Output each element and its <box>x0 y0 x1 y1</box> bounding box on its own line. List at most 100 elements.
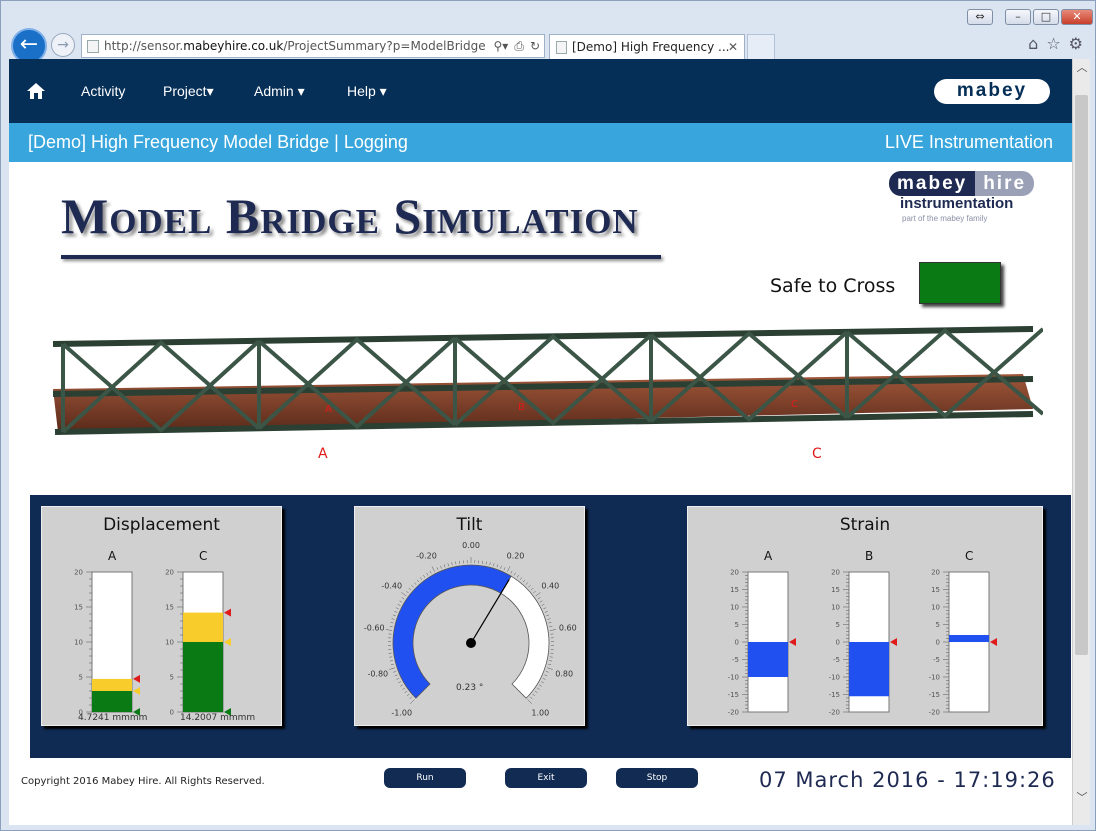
tilt-tick <box>389 660 393 662</box>
exit-button[interactable]: Exit <box>505 768 587 788</box>
settings-gear-icon[interactable]: ⚙ <box>1069 34 1083 53</box>
tilt-tick <box>392 614 396 617</box>
page-scrollbar[interactable]: ︿ ﹀ <box>1072 59 1090 825</box>
url-prefix: http://sensor. <box>104 39 184 53</box>
tilt-tick <box>423 574 426 578</box>
url-path: /ProjectSummary?p=ModelBridge <box>283 39 486 53</box>
nav-admin[interactable]: Admin ▾ <box>254 83 305 100</box>
tilt-tick <box>443 564 446 568</box>
tilt-tick <box>397 603 401 606</box>
strain-b-tick-label: 20 <box>831 569 840 577</box>
strain-a-tick-label: -20 <box>728 709 739 717</box>
disp-alarm-marker <box>133 674 140 683</box>
disp-yellow-fill <box>92 678 132 691</box>
forward-button[interactable]: → <box>51 33 75 57</box>
home-icon[interactable]: ⌂ <box>1028 34 1038 53</box>
tilt-tick <box>545 671 549 673</box>
run-button[interactable]: Run <box>384 768 466 788</box>
search-icon[interactable]: ⚲▾ <box>494 35 509 57</box>
scroll-thumb[interactable] <box>1075 95 1088 655</box>
strain-a-tick-label: 0 <box>735 639 739 647</box>
strain-b-tick-label: -15 <box>829 691 840 699</box>
scroll-down-icon[interactable]: ﹀ <box>1073 789 1091 807</box>
title-underline <box>61 255 661 259</box>
home-nav-icon[interactable] <box>27 83 45 99</box>
tilt-tick <box>451 562 453 566</box>
disp-warn-marker <box>224 638 231 646</box>
disp-value-c: 14.2007 mmmm <box>180 713 256 723</box>
tilt-tick <box>409 696 412 700</box>
strain-label-b: B <box>865 549 874 563</box>
strain-zero-marker <box>789 638 796 646</box>
disp-c-tick-label: 15 <box>165 604 174 612</box>
tilt-tick <box>440 565 442 569</box>
top-nav: Activity Project▾ Admin ▾ Help ▾ mabey <box>9 59 1072 123</box>
nav-help[interactable]: Help ▾ <box>347 83 387 100</box>
tilt-tick <box>390 663 394 666</box>
tilt-tick <box>537 687 540 690</box>
address-bar[interactable]: http://sensor.mabeyhire.co.uk/ProjectSum… <box>81 34 545 58</box>
strain-c-tick-label: -10 <box>929 674 940 682</box>
tilt-tick <box>547 667 553 670</box>
tilt-tick <box>527 699 532 704</box>
scroll-up-icon[interactable]: ︿ <box>1073 59 1091 77</box>
tilt-tick-label: -0.40 <box>381 581 402 590</box>
mabey-logo[interactable]: mabey <box>934 79 1050 104</box>
close-tab-icon[interactable]: ✕ <box>728 35 738 59</box>
displacement-title: Displacement <box>103 515 220 535</box>
sensor-label-c: C <box>812 446 822 462</box>
window-controls: ⇔ <box>967 9 993 25</box>
nav-project[interactable]: Project▾ <box>163 83 214 100</box>
tilt-tick <box>396 677 400 680</box>
browser-window: ⇔ – □ ✕ ← → http://sensor.mabeyhire.co.u… <box>0 0 1096 831</box>
disp-a-tick-label: 5 <box>79 674 83 682</box>
tilt-tick <box>541 603 545 606</box>
tilt-tick <box>549 629 556 631</box>
minimize-button[interactable]: – <box>1005 9 1031 25</box>
tilt-tick <box>513 572 516 576</box>
disp-a-tick-label: 20 <box>74 569 83 577</box>
strain-fill <box>748 642 788 677</box>
stop-button[interactable]: Stop <box>616 768 698 788</box>
restore-tab-icon[interactable]: ⇔ <box>967 9 993 25</box>
refresh-icon[interactable]: ↻ <box>530 35 540 57</box>
tilt-tick <box>532 693 536 697</box>
strain-label-a: A <box>764 549 773 563</box>
tilt-tick <box>522 579 526 583</box>
new-tab-button[interactable] <box>747 34 775 59</box>
tilt-needle <box>470 579 510 644</box>
maximize-button[interactable]: □ <box>1033 9 1059 25</box>
bridge-image: A B C <box>52 326 1043 435</box>
tilt-tick <box>401 597 405 600</box>
tilt-tick <box>543 607 547 610</box>
tilt-tick-label: 0.00 <box>462 541 480 550</box>
strain-c-tick-label: -5 <box>933 656 940 664</box>
favorites-star-icon[interactable]: ☆ <box>1046 34 1060 53</box>
tilt-tick <box>404 690 408 694</box>
tilt-tick-label: -0.20 <box>416 552 437 561</box>
strain-c-tick-label: -15 <box>929 691 940 699</box>
compat-icon[interactable]: ⎙ <box>514 35 524 57</box>
tilt-tick-label: 0.80 <box>555 669 573 678</box>
tilt-tick <box>429 570 432 574</box>
tilt-tick <box>548 622 552 624</box>
bridge-label-c: C <box>791 399 798 410</box>
disp-a-tick-label: 15 <box>74 604 83 612</box>
tilt-tick-label: -0.80 <box>367 669 388 678</box>
tilt-tick <box>400 684 403 687</box>
browser-tab[interactable]: [Demo] High Frequency ... ✕ <box>549 34 745 59</box>
disp-c-tick-label: 5 <box>170 674 174 682</box>
bridge-label-b: B <box>518 402 525 413</box>
tilt-tick-label: 0.60 <box>559 624 577 633</box>
nav-activity[interactable]: Activity <box>81 83 125 99</box>
tilt-pivot <box>466 638 476 648</box>
strain-a-tick-label: 15 <box>730 586 739 594</box>
url-domain: mabeyhire.co.uk <box>183 39 284 53</box>
strain-fill <box>949 635 989 642</box>
tilt-tick <box>534 690 538 694</box>
tilt-tick <box>386 629 393 631</box>
tilt-tick-label: 0.40 <box>541 581 559 590</box>
tilt-tick <box>394 674 398 677</box>
close-window-button[interactable]: ✕ <box>1061 9 1093 25</box>
tilt-tick <box>544 611 548 613</box>
